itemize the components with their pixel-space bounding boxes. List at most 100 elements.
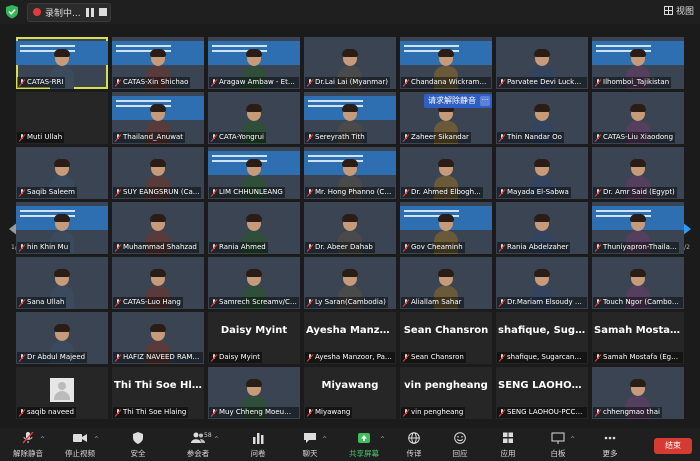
participant-tile[interactable]: vin pengheang vin pengheang (400, 367, 492, 419)
participant-name-label: LIM CHHUNLEANG (209, 187, 285, 198)
chevron-up-icon[interactable]: ^ (570, 436, 575, 443)
participant-tile[interactable]: Ly Saran(Cambodia) (304, 257, 396, 309)
participant-tile[interactable]: CATA-Yongrui (208, 92, 300, 144)
participant-tile[interactable]: CATAS-Xin Shichao (112, 37, 204, 89)
participant-display-name: Samah Mostafa... (594, 325, 682, 336)
participant-tile[interactable]: Mr. Hong Phanno (Ca... (304, 147, 396, 199)
participant-tile[interactable]: Dr. Ahmed Elbogh... (400, 147, 492, 199)
apps-grid-icon (503, 432, 513, 443)
participant-gallery: CATAS-RRI CATAS-Xin Shichao Aragaw Ambaw -… (16, 37, 684, 419)
participant-tile[interactable]: Gov Cheaminh (400, 202, 492, 254)
participant-tile[interactable]: Aliallam Sahar (400, 257, 492, 309)
participant-tile[interactable]: Miyawang Miyawang (304, 367, 396, 419)
participant-tile[interactable]: Daisy Myint Daisy Myint (208, 312, 300, 364)
participant-name-label: Sereyrath Tith (305, 132, 367, 143)
participant-name-label: Rania Abdelzaher (497, 242, 571, 253)
participant-tile[interactable]: hin Khin Mu (16, 202, 108, 254)
more-options-icon[interactable]: ··· (480, 96, 490, 106)
participant-tile[interactable]: Mayada El-Sabwa (496, 147, 588, 199)
participant-tile[interactable]: Samah Mostafa... Samah Mostafa (Egypt) (592, 312, 684, 364)
participant-tile[interactable]: Sean Chansron Sean Chansron (400, 312, 492, 364)
more-button[interactable]: 更多 (582, 432, 638, 459)
participant-tile[interactable]: SENG LAOHOU-... SENG LAOHOU-PCCFPI (496, 367, 588, 419)
chat-label: 聊天 (302, 449, 318, 458)
participant-name-label: Mayada El-Sabwa (497, 187, 571, 198)
participant-tile[interactable]: Muti Ullah (16, 92, 108, 144)
muted-mic-icon (18, 409, 26, 417)
participant-tile[interactable]: SUY EANGSRUN (Ca... (112, 147, 204, 199)
participant-tile[interactable]: Sana Ullah (16, 257, 108, 309)
muted-mic-icon (306, 189, 314, 197)
participant-tile[interactable]: HAFIZ NAVEED RAMZ... (112, 312, 204, 364)
muted-mic-icon (594, 354, 602, 362)
participant-tile[interactable]: Thuniyapron-Thaila... (592, 202, 684, 254)
whiteboard-label: 白板 (550, 449, 566, 458)
participant-tile[interactable]: Touch Ngor (Cambodia) (592, 257, 684, 309)
participant-name-label: Thailand_Anuwat (113, 132, 185, 143)
request-unmute-popup[interactable]: 请求解除静音 ··· (424, 94, 492, 108)
pause-recording-icon[interactable] (86, 8, 94, 17)
participant-name-label: Ly Saran(Cambodia) (305, 297, 388, 308)
participant-tile[interactable]: Thi Thi Soe Hlai... Thi Thi Soe Hlaing (112, 367, 204, 419)
participant-tile[interactable]: Sereyrath Tith (304, 92, 396, 144)
muted-mic-icon (498, 299, 506, 307)
chat-button[interactable]: 聊天 ^ (282, 432, 338, 459)
chevron-up-icon[interactable]: ^ (214, 436, 219, 443)
muted-mic-icon (402, 409, 410, 417)
recording-dot-icon (33, 8, 41, 16)
view-button[interactable]: 视图 (663, 4, 694, 17)
participant-tile[interactable]: Dr. Abeer Dahab (304, 202, 396, 254)
participant-tile[interactable]: Parvatee Devi Luckho -... (496, 37, 588, 89)
unmute-button[interactable]: 解除静音 ^ (0, 432, 56, 459)
participant-tile[interactable]: Muy Chheng Moeum (... (208, 367, 300, 419)
participant-name-label: Samah Mostafa (Egypt) (593, 352, 683, 363)
muted-mic-icon (114, 79, 122, 87)
participant-tile[interactable]: CATAS-Luo Hang (112, 257, 204, 309)
chevron-up-icon[interactable]: ^ (94, 436, 99, 443)
participant-tile[interactable]: Ilhomboi_Tajikistan (592, 37, 684, 89)
participant-tile[interactable]: Chandana Wickramasi... (400, 37, 492, 89)
muted-mic-icon (498, 189, 506, 197)
muted-mic-icon (210, 134, 218, 142)
participant-tile[interactable]: Dr Abdul Majeed (16, 312, 108, 364)
participant-tile[interactable]: Rania Abdelzaher (496, 202, 588, 254)
participant-tile[interactable]: Dr.Lai Lai (Myanmar) (304, 37, 396, 89)
participant-tile[interactable]: Rania Ahmed (208, 202, 300, 254)
whiteboard-button[interactable]: 白板 ^ (530, 432, 586, 459)
participants-button[interactable]: 58 参会者 ^ (170, 432, 226, 459)
participant-tile[interactable]: Saqib Saleem (16, 147, 108, 199)
muted-mic-icon (210, 299, 218, 307)
polls-button[interactable]: 问卷 (230, 432, 286, 459)
participant-tile[interactable]: chhengmao thai (592, 367, 684, 419)
participant-tile[interactable]: shafique, Sugar... shafique, Sugarcane re… (496, 312, 588, 364)
recording-indicator[interactable]: 录制中... (27, 3, 111, 22)
muted-mic-icon (114, 409, 122, 417)
participant-tile[interactable]: CATAS-RRI (16, 37, 108, 89)
stop-video-button[interactable]: 停止视频 ^ (52, 432, 108, 459)
participant-tile[interactable]: Thailand_Anuwat (112, 92, 204, 144)
chevron-up-icon[interactable]: ^ (380, 436, 385, 443)
chevron-up-icon[interactable]: ^ (40, 436, 45, 443)
shield-check-icon[interactable] (5, 4, 19, 19)
participant-tile[interactable]: Aragaw Ambaw - Ethio... (208, 37, 300, 89)
participant-tile[interactable]: Muhammad Shahzad (112, 202, 204, 254)
participant-name-label: HAFIZ NAVEED RAMZ... (113, 352, 203, 363)
participant-tile[interactable]: saqib naveed (16, 367, 108, 419)
participant-tile[interactable]: Samrech Screamv/Cam... (208, 257, 300, 309)
apps-button[interactable]: 应用 (480, 432, 536, 459)
participant-tile[interactable]: Ayesha Manzoo... Ayesha Manzoor, Pakis... (304, 312, 396, 364)
share-screen-button[interactable]: 共享屏幕 ^ (336, 432, 392, 459)
shield-icon (133, 432, 143, 444)
chevron-up-icon[interactable]: ^ (322, 436, 327, 443)
participant-tile[interactable]: CATAS-Liu Xiaodong (592, 92, 684, 144)
participant-tile[interactable]: Dr.Mariam Elsoudy Kh... (496, 257, 588, 309)
participant-tile[interactable]: LIM CHHUNLEANG (208, 147, 300, 199)
muted-mic-icon (498, 244, 506, 252)
muted-mic-icon (594, 134, 602, 142)
stop-recording-icon[interactable] (99, 8, 107, 16)
end-meeting-button[interactable]: 结束 (654, 438, 692, 454)
participant-tile[interactable]: Dr. Amr Said (Egypt) (592, 147, 684, 199)
security-button[interactable]: 安全 (110, 432, 166, 459)
bar-chart-icon (253, 433, 264, 444)
participant-tile[interactable]: Thin Nandar Oo (496, 92, 588, 144)
